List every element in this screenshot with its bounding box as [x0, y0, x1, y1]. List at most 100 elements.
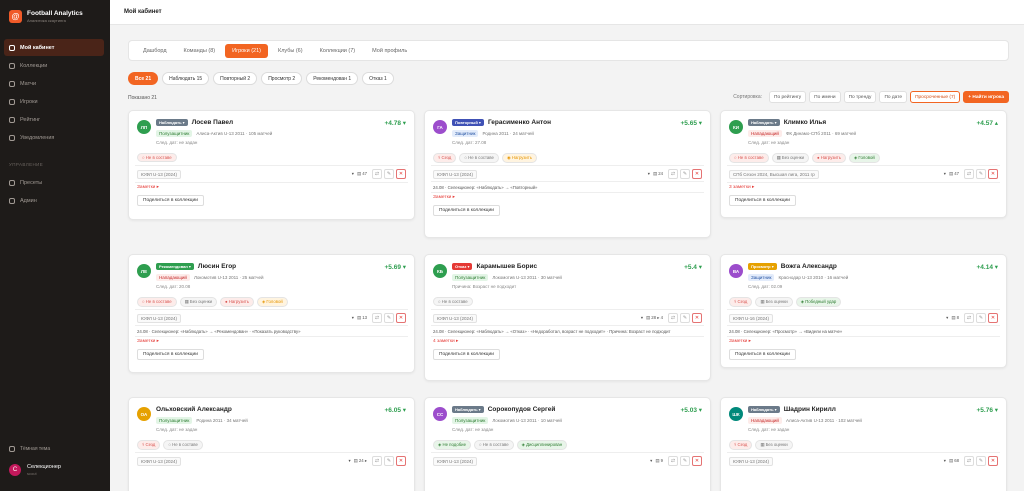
expand-toggle[interactable]: ▾: [650, 458, 652, 464]
player-card[interactable]: ГА Повторный ▾ Герасименко Антон +5.65 ▾ Защ…: [424, 110, 711, 238]
reports-count[interactable]: ▤ 47: [949, 171, 959, 177]
expand-toggle[interactable]: ▾: [352, 315, 354, 321]
reports-count[interactable]: ▤ 47: [357, 171, 367, 177]
status-badge[interactable]: Рекомендован ▾: [156, 263, 194, 270]
sidebar-item-4[interactable]: Рейтинг: [4, 111, 104, 128]
brand-logo[interactable]: @ Football Analytics Аналитика скаутинга: [9, 10, 83, 23]
sidebar-item-1[interactable]: Коллекции: [4, 57, 104, 74]
player-card[interactable]: КИ Наблюдать ▾ Климко Илья +4.57 ▴ Нападающи…: [720, 110, 1007, 218]
tab-0[interactable]: Дашборд: [136, 44, 174, 58]
reports-count[interactable]: ▤ 9: [655, 458, 663, 464]
player-card[interactable]: ОА Ольховский Александр +6.05 ▾ Полузащитни…: [128, 397, 415, 491]
tab-2[interactable]: Игроки (21): [225, 43, 268, 58]
notes-toggle[interactable]: Заметки ▸: [729, 339, 751, 344]
filter-chip[interactable]: Отказ 1: [362, 72, 394, 85]
player-card[interactable]: КБ Отказ ▾ Карамышев Борис +5.4 ▾ Полузащитн…: [424, 254, 711, 381]
status-badge[interactable]: Наблюдать ▾: [748, 119, 780, 126]
expand-toggle[interactable]: ▾: [946, 315, 948, 321]
share-icon[interactable]: ⇄: [668, 456, 678, 466]
share-to-collection-button[interactable]: Поделиться в коллекции: [729, 195, 796, 206]
sidebar-item-3[interactable]: Игроки: [4, 93, 104, 110]
player-card[interactable]: ШК Наблюдать ▾ Шадрин Кирилл +5.76 ▾ Нападаю…: [720, 397, 1007, 491]
sort-option[interactable]: По имени: [809, 91, 841, 103]
status-badge[interactable]: Наблюдать ▾: [452, 406, 484, 413]
edit-icon[interactable]: ✎: [384, 456, 394, 466]
player-name[interactable]: Шадрин Кирилл: [784, 406, 836, 413]
share-icon[interactable]: ⇄: [372, 456, 382, 466]
close-icon[interactable]: ✕: [692, 313, 702, 323]
player-name[interactable]: Люсин Егор: [198, 263, 236, 270]
expand-toggle[interactable]: ▾: [944, 171, 946, 177]
player-name[interactable]: Вожга Александр: [781, 263, 837, 270]
filter-chip[interactable]: Просмотр 2: [261, 72, 303, 85]
share-icon[interactable]: ⇄: [668, 169, 678, 179]
expand-toggle[interactable]: ▾: [648, 171, 650, 177]
sort-option[interactable]: По тренду: [843, 91, 877, 103]
filter-chip[interactable]: Наблюдать 15: [162, 72, 210, 85]
player-card[interactable]: ЛЕ Рекомендован ▾ Люсин Егор +5.69 ▾ Нападаю…: [128, 254, 415, 373]
share-icon[interactable]: ⇄: [964, 313, 974, 323]
edit-icon[interactable]: ✎: [680, 456, 690, 466]
sort-option[interactable]: По дате: [879, 91, 908, 103]
share-icon[interactable]: ⇄: [964, 456, 974, 466]
notes-toggle[interactable]: Заметки ▸: [137, 185, 159, 190]
player-card[interactable]: ЛП Наблюдать ▾ Лосев Павел +4.78 ▾ Полузащит…: [128, 110, 415, 220]
reports-count[interactable]: ▤ 28 ▸ 4: [646, 315, 663, 321]
share-icon[interactable]: ⇄: [372, 169, 382, 179]
filter-chip[interactable]: Повторный 2: [213, 72, 258, 85]
player-name[interactable]: Герасименко Антон: [488, 119, 551, 126]
status-badge[interactable]: Наблюдать ▾: [748, 406, 780, 413]
close-icon[interactable]: ✕: [396, 456, 406, 466]
reports-count[interactable]: ▤ 24: [653, 171, 663, 177]
sidebar-item-2[interactable]: Матчи: [4, 75, 104, 92]
status-badge[interactable]: Повторный ▾: [452, 119, 484, 126]
notes-toggle[interactable]: Заметки ▸: [137, 339, 159, 344]
edit-icon[interactable]: ✎: [680, 313, 690, 323]
share-to-collection-button[interactable]: Поделиться в коллекции: [137, 195, 204, 206]
close-icon[interactable]: ✕: [988, 456, 998, 466]
sidebar-admin-item-0[interactable]: Пресеты: [4, 174, 104, 191]
edit-icon[interactable]: ✎: [384, 313, 394, 323]
notes-toggle[interactable]: 4 заметки ▸: [433, 339, 458, 344]
player-name[interactable]: Ольховский Александр: [156, 406, 232, 413]
player-card[interactable]: СС Наблюдать ▾ Сорокопудов Сергей +5.03 ▾ По…: [424, 397, 711, 491]
player-name[interactable]: Лосев Павел: [192, 119, 233, 126]
reports-count[interactable]: ▤ 13: [357, 315, 367, 321]
status-badge[interactable]: Просмотр ▾: [748, 263, 777, 270]
notes-toggle[interactable]: Заметки ▸: [433, 195, 455, 200]
status-badge[interactable]: Отказ ▾: [452, 263, 473, 270]
player-card[interactable]: ВА Просмотр ▾ Вожга Александр +4.14 ▾ Защитн…: [720, 254, 1007, 368]
player-name[interactable]: Карамышев Борис: [476, 263, 537, 270]
sort-option[interactable]: По рейтингу: [769, 91, 807, 103]
sidebar-item-0[interactable]: Мой кабинет: [4, 39, 104, 56]
filter-chip[interactable]: Все 21: [128, 72, 159, 85]
share-to-collection-button[interactable]: Поделиться в коллекции: [433, 349, 500, 360]
share-icon[interactable]: ⇄: [668, 313, 678, 323]
reports-count[interactable]: ▤ 24 ▸: [354, 458, 367, 464]
filter-chip[interactable]: Рекомендован 1: [306, 72, 359, 85]
edit-icon[interactable]: ✎: [976, 169, 986, 179]
share-to-collection-button[interactable]: Поделиться в коллекции: [433, 205, 500, 216]
reports-count[interactable]: ▤ 8: [951, 315, 959, 321]
sidebar-item-5[interactable]: Уведомления: [4, 129, 104, 146]
expand-toggle[interactable]: ▾: [352, 171, 354, 177]
expand-toggle[interactable]: ▾: [944, 458, 946, 464]
close-icon[interactable]: ✕: [692, 169, 702, 179]
tab-5[interactable]: Мой профиль: [365, 44, 414, 58]
player-name[interactable]: Сорокопудов Сергей: [488, 406, 556, 413]
user-profile[interactable]: С Селекционер scout: [9, 464, 61, 476]
close-icon[interactable]: ✕: [988, 169, 998, 179]
share-to-collection-button[interactable]: Поделиться в коллекции: [729, 349, 796, 360]
share-icon[interactable]: ⇄: [964, 169, 974, 179]
sidebar-admin-item-1[interactable]: Админ: [4, 192, 104, 209]
overdue-button[interactable]: Просроченные (7): [910, 91, 961, 103]
share-to-collection-button[interactable]: Поделиться в коллекции: [137, 349, 204, 360]
reports-count[interactable]: ▤ 68: [949, 458, 959, 464]
tab-4[interactable]: Коллекции (7): [313, 44, 363, 58]
status-badge[interactable]: Наблюдать ▾: [156, 119, 188, 126]
theme-toggle[interactable]: Тёмная тема: [9, 446, 50, 452]
find-player-button[interactable]: + Найти игрока: [963, 91, 1009, 103]
notes-toggle[interactable]: 3 заметки ▸: [729, 185, 754, 190]
tab-3[interactable]: Клубы (6): [271, 44, 310, 58]
close-icon[interactable]: ✕: [396, 169, 406, 179]
